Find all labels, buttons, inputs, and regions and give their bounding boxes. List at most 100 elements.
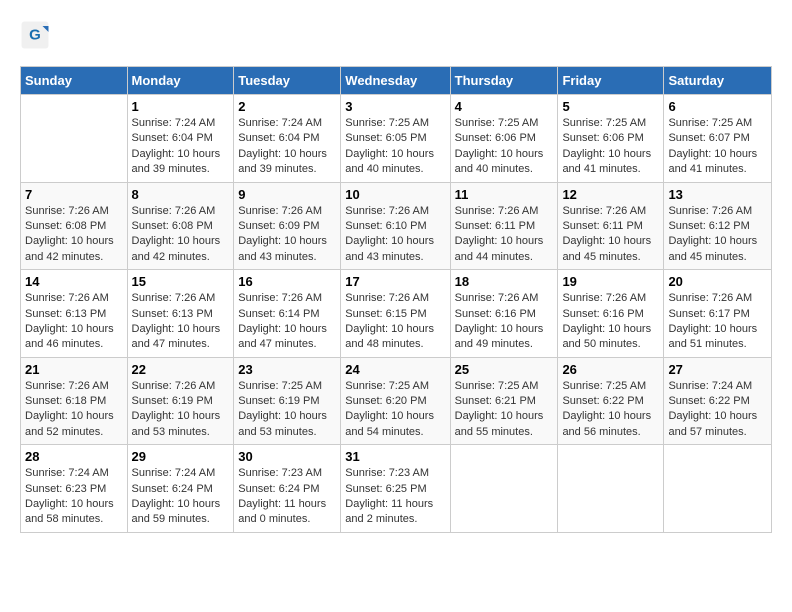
day-info: Sunrise: 7:26 AM Sunset: 6:09 PM Dayligh… bbox=[238, 204, 336, 266]
header-row: SundayMondayTuesdayWednesdayThursdayFrid… bbox=[21, 67, 772, 95]
day-info: Sunrise: 7:24 AM Sunset: 6:23 PM Dayligh… bbox=[25, 466, 123, 528]
calendar-cell: 10 Sunrise: 7:26 AM Sunset: 6:10 PM Dayli… bbox=[341, 182, 450, 270]
day-info: Sunrise: 7:26 AM Sunset: 6:18 PM Dayligh… bbox=[25, 379, 123, 441]
day-number: 11 bbox=[455, 187, 554, 202]
header-friday: Friday bbox=[558, 67, 664, 95]
calendar-cell: 9 Sunrise: 7:26 AM Sunset: 6:09 PM Daylig… bbox=[234, 182, 341, 270]
day-info: Sunrise: 7:25 AM Sunset: 6:21 PM Dayligh… bbox=[455, 379, 554, 441]
day-number: 21 bbox=[25, 362, 123, 377]
calendar-cell bbox=[558, 445, 664, 533]
calendar-cell: 14 Sunrise: 7:26 AM Sunset: 6:13 PM Dayli… bbox=[21, 270, 128, 358]
calendar-table: SundayMondayTuesdayWednesdayThursdayFrid… bbox=[20, 66, 772, 533]
calendar-cell: 8 Sunrise: 7:26 AM Sunset: 6:08 PM Daylig… bbox=[127, 182, 234, 270]
day-info: Sunrise: 7:26 AM Sunset: 6:08 PM Dayligh… bbox=[25, 204, 123, 266]
day-info: Sunrise: 7:26 AM Sunset: 6:19 PM Dayligh… bbox=[132, 379, 230, 441]
calendar-cell: 7 Sunrise: 7:26 AM Sunset: 6:08 PM Daylig… bbox=[21, 182, 128, 270]
header-saturday: Saturday bbox=[664, 67, 772, 95]
day-number: 12 bbox=[562, 187, 659, 202]
day-number: 31 bbox=[345, 449, 445, 464]
header-monday: Monday bbox=[127, 67, 234, 95]
day-number: 24 bbox=[345, 362, 445, 377]
day-info: Sunrise: 7:26 AM Sunset: 6:12 PM Dayligh… bbox=[668, 204, 767, 266]
day-number: 6 bbox=[668, 99, 767, 114]
calendar-cell bbox=[450, 445, 558, 533]
calendar-cell: 29 Sunrise: 7:24 AM Sunset: 6:24 PM Dayli… bbox=[127, 445, 234, 533]
day-number: 29 bbox=[132, 449, 230, 464]
day-info: Sunrise: 7:24 AM Sunset: 6:04 PM Dayligh… bbox=[132, 116, 230, 178]
day-number: 19 bbox=[562, 274, 659, 289]
day-info: Sunrise: 7:26 AM Sunset: 6:17 PM Dayligh… bbox=[668, 291, 767, 353]
day-number: 28 bbox=[25, 449, 123, 464]
calendar-cell: 1 Sunrise: 7:24 AM Sunset: 6:04 PM Daylig… bbox=[127, 95, 234, 183]
calendar-cell: 27 Sunrise: 7:24 AM Sunset: 6:22 PM Dayli… bbox=[664, 357, 772, 445]
svg-text:G: G bbox=[29, 27, 41, 44]
day-info: Sunrise: 7:26 AM Sunset: 6:16 PM Dayligh… bbox=[455, 291, 554, 353]
calendar-cell: 15 Sunrise: 7:26 AM Sunset: 6:13 PM Dayli… bbox=[127, 270, 234, 358]
day-info: Sunrise: 7:23 AM Sunset: 6:25 PM Dayligh… bbox=[345, 466, 445, 528]
day-info: Sunrise: 7:26 AM Sunset: 6:13 PM Dayligh… bbox=[25, 291, 123, 353]
calendar-cell: 16 Sunrise: 7:26 AM Sunset: 6:14 PM Dayli… bbox=[234, 270, 341, 358]
calendar-cell: 30Sunrise: 7:23 AM Sunset: 6:24 PM Dayli… bbox=[234, 445, 341, 533]
header-thursday: Thursday bbox=[450, 67, 558, 95]
day-info: Sunrise: 7:26 AM Sunset: 6:11 PM Dayligh… bbox=[455, 204, 554, 266]
day-number: 5 bbox=[562, 99, 659, 114]
logo: G bbox=[20, 20, 54, 50]
day-info: Sunrise: 7:23 AM Sunset: 6:24 PM Dayligh… bbox=[238, 466, 336, 528]
day-number: 4 bbox=[455, 99, 554, 114]
calendar-cell: 6 Sunrise: 7:25 AM Sunset: 6:07 PM Daylig… bbox=[664, 95, 772, 183]
day-info: Sunrise: 7:26 AM Sunset: 6:11 PM Dayligh… bbox=[562, 204, 659, 266]
day-info: Sunrise: 7:26 AM Sunset: 6:14 PM Dayligh… bbox=[238, 291, 336, 353]
logo-icon: G bbox=[20, 20, 50, 50]
day-info: Sunrise: 7:25 AM Sunset: 6:07 PM Dayligh… bbox=[668, 116, 767, 178]
day-number: 18 bbox=[455, 274, 554, 289]
calendar-cell: 20 Sunrise: 7:26 AM Sunset: 6:17 PM Dayli… bbox=[664, 270, 772, 358]
day-number: 13 bbox=[668, 187, 767, 202]
calendar-cell: 18 Sunrise: 7:26 AM Sunset: 6:16 PM Dayli… bbox=[450, 270, 558, 358]
day-info: Sunrise: 7:26 AM Sunset: 6:10 PM Dayligh… bbox=[345, 204, 445, 266]
calendar-cell: 2 Sunrise: 7:24 AM Sunset: 6:04 PM Daylig… bbox=[234, 95, 341, 183]
calendar-cell: 28 Sunrise: 7:24 AM Sunset: 6:23 PM Dayli… bbox=[21, 445, 128, 533]
calendar-cell: 13 Sunrise: 7:26 AM Sunset: 6:12 PM Dayli… bbox=[664, 182, 772, 270]
day-info: Sunrise: 7:25 AM Sunset: 6:06 PM Dayligh… bbox=[562, 116, 659, 178]
week-row-3: 14 Sunrise: 7:26 AM Sunset: 6:13 PM Dayli… bbox=[21, 270, 772, 358]
day-number: 2 bbox=[238, 99, 336, 114]
week-row-4: 21 Sunrise: 7:26 AM Sunset: 6:18 PM Dayli… bbox=[21, 357, 772, 445]
day-number: 8 bbox=[132, 187, 230, 202]
calendar-cell: 23Sunrise: 7:25 AM Sunset: 6:19 PM Dayli… bbox=[234, 357, 341, 445]
header-wednesday: Wednesday bbox=[341, 67, 450, 95]
day-number: 26 bbox=[562, 362, 659, 377]
calendar-cell bbox=[664, 445, 772, 533]
calendar-cell: 3Sunrise: 7:25 AM Sunset: 6:05 PM Daylig… bbox=[341, 95, 450, 183]
calendar-cell bbox=[21, 95, 128, 183]
header-tuesday: Tuesday bbox=[234, 67, 341, 95]
week-row-2: 7 Sunrise: 7:26 AM Sunset: 6:08 PM Daylig… bbox=[21, 182, 772, 270]
day-number: 23 bbox=[238, 362, 336, 377]
day-number: 3 bbox=[345, 99, 445, 114]
day-number: 20 bbox=[668, 274, 767, 289]
calendar-cell: 26 Sunrise: 7:25 AM Sunset: 6:22 PM Dayli… bbox=[558, 357, 664, 445]
day-number: 1 bbox=[132, 99, 230, 114]
calendar-cell: 17Sunrise: 7:26 AM Sunset: 6:15 PM Dayli… bbox=[341, 270, 450, 358]
week-row-1: 1 Sunrise: 7:24 AM Sunset: 6:04 PM Daylig… bbox=[21, 95, 772, 183]
day-info: Sunrise: 7:25 AM Sunset: 6:06 PM Dayligh… bbox=[455, 116, 554, 178]
day-info: Sunrise: 7:24 AM Sunset: 6:22 PM Dayligh… bbox=[668, 379, 767, 441]
calendar-cell: 12 Sunrise: 7:26 AM Sunset: 6:11 PM Dayli… bbox=[558, 182, 664, 270]
day-number: 27 bbox=[668, 362, 767, 377]
day-info: Sunrise: 7:24 AM Sunset: 6:04 PM Dayligh… bbox=[238, 116, 336, 178]
day-number: 15 bbox=[132, 274, 230, 289]
day-number: 16 bbox=[238, 274, 336, 289]
day-info: Sunrise: 7:26 AM Sunset: 6:13 PM Dayligh… bbox=[132, 291, 230, 353]
day-number: 7 bbox=[25, 187, 123, 202]
day-number: 9 bbox=[238, 187, 336, 202]
day-info: Sunrise: 7:25 AM Sunset: 6:20 PM Dayligh… bbox=[345, 379, 445, 441]
day-info: Sunrise: 7:25 AM Sunset: 6:22 PM Dayligh… bbox=[562, 379, 659, 441]
day-info: Sunrise: 7:26 AM Sunset: 6:08 PM Dayligh… bbox=[132, 204, 230, 266]
day-number: 14 bbox=[25, 274, 123, 289]
day-number: 10 bbox=[345, 187, 445, 202]
calendar-cell: 22Sunrise: 7:26 AM Sunset: 6:19 PM Dayli… bbox=[127, 357, 234, 445]
day-number: 17 bbox=[345, 274, 445, 289]
calendar-cell: 31 Sunrise: 7:23 AM Sunset: 6:25 PM Dayli… bbox=[341, 445, 450, 533]
calendar-cell: 5 Sunrise: 7:25 AM Sunset: 6:06 PM Daylig… bbox=[558, 95, 664, 183]
day-info: Sunrise: 7:24 AM Sunset: 6:24 PM Dayligh… bbox=[132, 466, 230, 528]
calendar-header: SundayMondayTuesdayWednesdayThursdayFrid… bbox=[21, 67, 772, 95]
